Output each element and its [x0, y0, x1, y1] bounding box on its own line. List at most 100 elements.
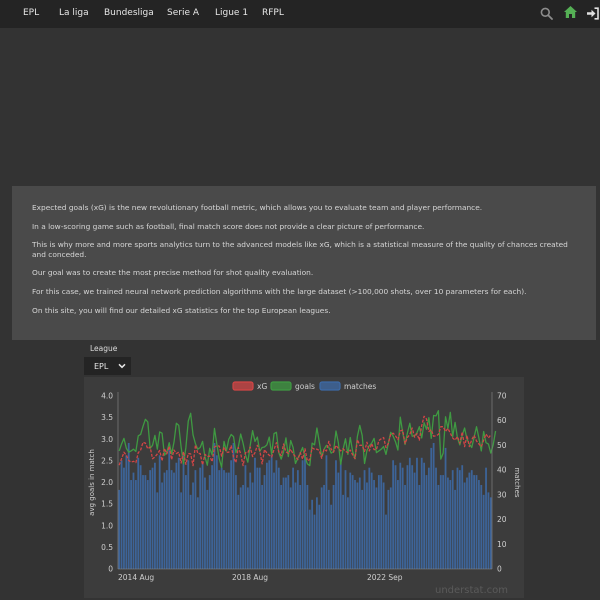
matches-bar: [342, 494, 344, 569]
matches-bar: [404, 484, 406, 569]
y-tick-label-left: 1.0: [101, 521, 113, 530]
matches-bar: [199, 467, 202, 569]
matches-bar: [320, 487, 323, 569]
matches-bar: [368, 467, 371, 569]
matches-bar: [366, 482, 368, 569]
matches-bar: [165, 470, 168, 569]
matches-bar: [149, 470, 152, 569]
matches-bar: [454, 489, 456, 569]
matches-bar: [339, 462, 342, 569]
matches-bar: [392, 460, 395, 569]
matches-bar: [180, 492, 183, 569]
home-icon[interactable]: [563, 4, 578, 23]
matches-bar: [478, 480, 480, 569]
sign-in-icon[interactable]: [586, 5, 599, 24]
nav-item-serie-a[interactable]: Serie A: [167, 8, 199, 18]
matches-bar: [349, 472, 352, 569]
matches-bar: [173, 472, 175, 569]
intro-paragraph: Our goal was to create the most precise …: [32, 268, 314, 278]
matches-bar: [232, 442, 235, 569]
matches-bar: [168, 447, 171, 569]
matches-bar: [323, 484, 325, 569]
matches-bar: [470, 470, 473, 569]
matches-bar: [227, 472, 230, 569]
matches-bar: [277, 467, 280, 569]
matches-bar: [296, 470, 299, 569]
matches-bar: [351, 475, 354, 569]
matches-bar: [120, 460, 123, 569]
matches-bar: [156, 492, 159, 569]
matches-bar: [435, 467, 437, 569]
matches-bar: [482, 494, 485, 569]
matches-bar: [294, 482, 297, 569]
matches-bar: [437, 484, 440, 569]
matches-bar: [285, 477, 287, 569]
matches-bar: [220, 467, 223, 569]
nav-item-ligue-1[interactable]: Ligue 1: [215, 8, 248, 18]
matches-bar: [275, 460, 278, 569]
matches-bar: [208, 475, 211, 569]
y-tick-label-right: 30: [497, 490, 507, 499]
matches-bar: [382, 482, 385, 569]
matches-bar: [130, 480, 132, 569]
nav-item-bundesliga[interactable]: Bundesliga: [104, 8, 154, 18]
matches-bar: [332, 484, 335, 569]
matches-bar: [416, 457, 418, 569]
matches-bar: [246, 487, 249, 569]
y-tick-label-left: 0: [108, 565, 113, 574]
nav-item-rfpl[interactable]: RFPL: [262, 8, 284, 18]
search-icon[interactable]: [540, 5, 553, 24]
legend-swatch-xG: [232, 381, 254, 391]
matches-bar: [439, 475, 442, 569]
y-tick-label-right: 50: [497, 441, 507, 450]
matches-bar: [137, 457, 140, 569]
matches-bar: [430, 447, 433, 569]
legend-swatch-goals: [270, 381, 292, 391]
matches-bar: [401, 467, 404, 569]
matches-bar: [432, 442, 435, 569]
matches-bar: [399, 462, 402, 569]
matches-bar: [258, 467, 261, 569]
matches-bar: [354, 480, 356, 569]
watermark: understat.com: [434, 585, 508, 596]
matches-bar: [466, 477, 468, 569]
matches-bar: [263, 475, 266, 569]
matches-bar: [134, 480, 137, 569]
matches-bar: [425, 475, 428, 569]
league-select[interactable]: EPL: [84, 357, 131, 375]
matches-bar: [282, 477, 285, 569]
intro-paragraph: On this site, you will find our detailed…: [32, 305, 331, 315]
matches-bar: [370, 472, 373, 569]
matches-bar: [194, 470, 197, 569]
matches-bar: [251, 482, 254, 569]
matches-bar: [261, 484, 264, 569]
matches-bar: [335, 460, 337, 569]
nav-item-epl[interactable]: EPL: [23, 8, 39, 18]
matches-bar: [287, 475, 290, 569]
matches-bar: [408, 457, 411, 569]
matches-bar: [239, 487, 242, 569]
y-tick-label-right: 10: [497, 540, 507, 549]
matches-bar: [204, 477, 206, 569]
matches-bar: [123, 467, 125, 569]
y-axis-title-left: avg goals in match: [88, 449, 96, 516]
nav-item-la-liga[interactable]: La liga: [59, 8, 89, 18]
matches-bar: [480, 484, 483, 569]
x-tick-label: 2018 Aug: [232, 573, 268, 582]
top-navigation-bar: EPL La liga Bundesliga Serie A Ligue 1 R…: [0, 0, 600, 28]
chart-panel: 0 0.5 1.0 1.5 2.0 2.5 3.0 3.5 4.0 0 10 20 30 40 50 60 70…: [84, 377, 524, 598]
legend-label: matches: [344, 382, 376, 391]
matches-bar: [418, 484, 421, 569]
matches-bar: [211, 465, 213, 569]
matches-bar: [380, 475, 383, 569]
league-select-value: EPL: [94, 362, 109, 371]
matches-bar: [299, 484, 302, 569]
matches-bar: [273, 472, 275, 569]
matches-bar: [223, 470, 225, 569]
matches-bar: [444, 447, 447, 569]
matches-bar: [268, 460, 271, 569]
matches-bar: [132, 472, 135, 569]
matches-bar: [458, 470, 461, 569]
matches-bar: [318, 504, 321, 569]
matches-bar: [358, 477, 361, 569]
